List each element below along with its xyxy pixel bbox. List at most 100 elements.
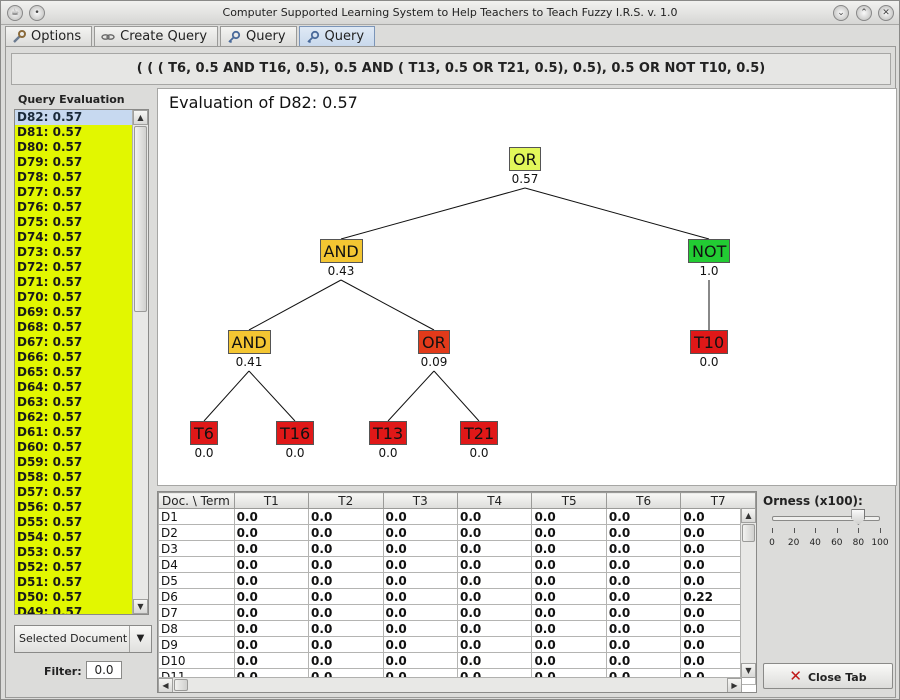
table-cell: 0.0 [605, 636, 682, 653]
list-item[interactable]: D68: 0.57 [15, 320, 132, 335]
scroll-thumb[interactable] [742, 524, 755, 542]
list-item[interactable]: D75: 0.57 [15, 215, 132, 230]
column-header[interactable]: T1 [233, 492, 310, 509]
list-item[interactable]: D65: 0.57 [15, 365, 132, 380]
column-header[interactable]: T5 [531, 492, 607, 509]
table-row[interactable]: D3 0.0 0.0 0.0 0.0 0.0 0.0 0.0 [158, 540, 756, 557]
list-item[interactable]: D50: 0.57 [15, 590, 132, 605]
tree-node-t16: T16 [276, 421, 315, 445]
list-item[interactable]: D49: 0.57 [15, 605, 132, 614]
list-item[interactable]: D63: 0.57 [15, 395, 132, 410]
column-header[interactable]: Doc. \ Term [158, 492, 235, 509]
maximize-icon[interactable]: ⌃ [856, 5, 872, 21]
list-item[interactable]: D66: 0.57 [15, 350, 132, 365]
list-item[interactable]: D55: 0.57 [15, 515, 132, 530]
table-cell: 0.0 [605, 620, 682, 637]
tree-node-or2: OR [418, 330, 450, 354]
list-scrollbar[interactable]: ▲ ▼ [132, 110, 148, 614]
scroll-left-icon[interactable]: ◀ [158, 678, 173, 692]
table-vscrollbar[interactable]: ▲ ▼ [740, 508, 756, 678]
list-item[interactable]: D78: 0.57 [15, 170, 132, 185]
close-icon: ✕ [789, 667, 802, 685]
table-row[interactable]: D1 0.0 0.0 0.0 0.0 0.0 0.0 0.0 [158, 508, 756, 525]
minimize-icon[interactable]: ⌄ [833, 5, 849, 21]
list-item[interactable]: D77: 0.57 [15, 185, 132, 200]
close-window-icon[interactable]: ✕ [878, 5, 894, 21]
list-item[interactable]: D58: 0.57 [15, 470, 132, 485]
column-header[interactable]: T4 [456, 492, 533, 509]
scroll-down-icon[interactable]: ▼ [741, 663, 756, 678]
list-item[interactable]: D79: 0.57 [15, 155, 132, 170]
table-cell: 0.0 [382, 540, 458, 557]
list-item[interactable]: D51: 0.57 [15, 575, 132, 590]
scroll-up-icon[interactable]: ▲ [741, 508, 756, 523]
chevron-down-icon[interactable]: ▼ [129, 626, 151, 652]
list-item[interactable]: D56: 0.57 [15, 500, 132, 515]
list-item[interactable]: D72: 0.57 [15, 260, 132, 275]
table-row[interactable]: D10 0.0 0.0 0.0 0.0 0.0 0.0 0.0 [158, 652, 756, 669]
wrench-icon [13, 29, 26, 43]
tab-query-2[interactable]: Query [298, 26, 376, 46]
tab-create-query[interactable]: Create Query [94, 26, 219, 46]
table-cell: 0.0 [456, 636, 533, 653]
list-item[interactable]: D53: 0.57 [15, 545, 132, 560]
column-header[interactable]: T3 [382, 492, 458, 509]
column-header[interactable]: T2 [308, 492, 384, 509]
evaluation-list[interactable]: D82: 0.57 D81: 0.57 D80: 0.57 D79: 0.57 D78:… [14, 109, 149, 615]
list-item[interactable]: D67: 0.57 [15, 335, 132, 350]
list-item[interactable]: D76: 0.57 [15, 200, 132, 215]
column-header[interactable]: T6 [605, 492, 682, 509]
column-header[interactable]: T7 [680, 492, 756, 509]
list-item[interactable]: D62: 0.57 [15, 410, 132, 425]
tab-query-1[interactable]: Query [220, 26, 297, 46]
document-filter-select[interactable]: Selected Document ▼ [14, 625, 152, 653]
list-item[interactable]: D80: 0.57 [15, 140, 132, 155]
tree-node-value: 0.0 [699, 355, 719, 369]
list-item[interactable]: D69: 0.57 [15, 305, 132, 320]
filter-input[interactable]: 0.0 [86, 661, 122, 679]
list-item[interactable]: D57: 0.57 [15, 485, 132, 500]
table-row[interactable]: D9 0.0 0.0 0.0 0.0 0.0 0.0 0.0 [158, 636, 756, 653]
table-cell: 0.0 [605, 588, 682, 605]
list-item[interactable]: D74: 0.57 [15, 230, 132, 245]
tree-node-t6: T6 [190, 421, 218, 445]
close-tab-button[interactable]: ✕ Close Tab [763, 663, 893, 689]
tree-node-value: 0.0 [194, 446, 214, 460]
tree-node-value: 0.57 [511, 172, 539, 186]
list-item[interactable]: D61: 0.57 [15, 425, 132, 440]
table-row[interactable]: D4 0.0 0.0 0.0 0.0 0.0 0.0 0.0 [158, 556, 756, 573]
list-item[interactable]: D59: 0.57 [15, 455, 132, 470]
list-item[interactable]: D81: 0.57 [15, 125, 132, 140]
table-cell: 0.0 [605, 540, 682, 557]
table-row[interactable]: D6 0.0 0.0 0.0 0.0 0.0 0.0 0.22 [158, 588, 756, 605]
table-row[interactable]: D7 0.0 0.0 0.0 0.0 0.0 0.0 0.0 [158, 604, 756, 621]
scroll-thumb[interactable] [134, 126, 147, 312]
list-item[interactable]: D52: 0.57 [15, 560, 132, 575]
table-row[interactable]: D5 0.0 0.0 0.0 0.0 0.0 0.0 0.0 [158, 572, 756, 589]
list-item[interactable]: D71: 0.57 [15, 275, 132, 290]
tab-options[interactable]: Options [5, 26, 93, 46]
table-cell: 0.0 [456, 604, 533, 621]
table-cell: 0.0 [531, 540, 607, 557]
table-row[interactable]: D8 0.0 0.0 0.0 0.0 0.0 0.0 0.0 [158, 620, 756, 637]
scroll-right-icon[interactable]: ▶ [727, 678, 742, 692]
table-hscrollbar[interactable]: ◀ ▶ [158, 677, 742, 692]
list-item[interactable]: D60: 0.57 [15, 440, 132, 455]
list-item[interactable]: D82: 0.57 [15, 110, 132, 125]
table-cell: 0.0 [308, 508, 384, 525]
tree-edge [387, 370, 435, 422]
scroll-up-icon[interactable]: ▲ [133, 110, 148, 125]
table-cell: 0.0 [308, 540, 384, 557]
list-item[interactable]: D54: 0.57 [15, 530, 132, 545]
scroll-thumb[interactable] [174, 679, 188, 691]
list-item[interactable]: D64: 0.57 [15, 380, 132, 395]
tab-label: Options [31, 28, 82, 44]
table-row[interactable]: D2 0.0 0.0 0.0 0.0 0.0 0.0 0.0 [158, 524, 756, 541]
table-cell: 0.0 [382, 652, 458, 669]
chain-icon [101, 33, 115, 40]
list-item[interactable]: D70: 0.57 [15, 290, 132, 305]
scroll-down-icon[interactable]: ▼ [133, 599, 148, 614]
orness-slider-knob[interactable] [851, 509, 866, 525]
key-icon [228, 30, 241, 43]
list-item[interactable]: D73: 0.57 [15, 245, 132, 260]
